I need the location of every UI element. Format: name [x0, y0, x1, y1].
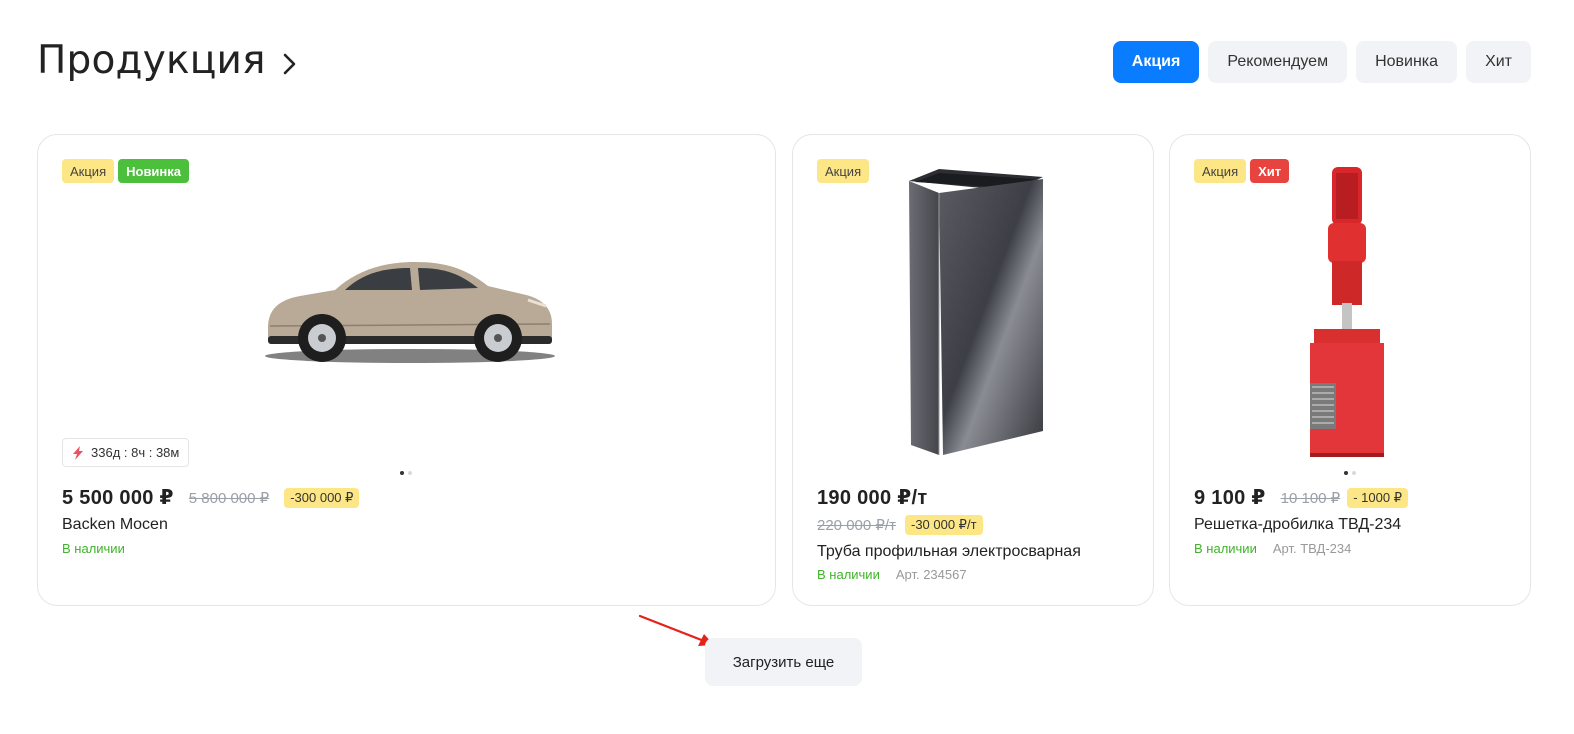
price: 190 000 ₽/т — [817, 487, 928, 509]
hit-badge: Хит — [1250, 159, 1290, 183]
product-meta: В наличии Арт. 234567 — [817, 567, 967, 582]
section-heading[interactable]: Продукция — [37, 38, 298, 83]
product-name[interactable]: Труба профильная электросварная — [817, 543, 1081, 561]
sale-badge: Акция — [62, 159, 115, 183]
product-meta: В наличии — [62, 541, 125, 556]
old-price: 220 000 ₽/т — [817, 517, 896, 534]
price: 9 100 ₽ — [1194, 487, 1266, 509]
tab-new[interactable]: Новинка — [1356, 41, 1458, 83]
timer-text: 336д : 8ч : 38м — [91, 445, 180, 460]
profile-pipe-image[interactable] — [907, 167, 1045, 459]
lightning-icon — [73, 445, 83, 460]
product-name[interactable]: Backen Mocen — [62, 516, 168, 534]
stock-status: В наличии — [817, 567, 880, 582]
pagination-dot[interactable] — [408, 471, 412, 475]
product-card[interactable]: Акция Новинка 336д : 8ч : 38м 5 500 000 … — [37, 134, 776, 606]
chevron-right-icon[interactable] — [282, 52, 298, 76]
pagination-dot[interactable] — [1352, 471, 1356, 475]
old-price: 5 800 000 ₽ — [188, 489, 270, 507]
product-card[interactable]: Акция 190 000 ₽/т 220 000 ₽/т -30 000 ₽/… — [792, 134, 1154, 606]
badge-group: Акция Хит — [1194, 159, 1290, 183]
product-name[interactable]: Решетка-дробилка ТВД-234 — [1194, 516, 1401, 534]
crusher-grate-image[interactable] — [1308, 165, 1384, 461]
image-pagination[interactable] — [400, 471, 412, 475]
product-meta: В наличии Арт. ТВД-234 — [1194, 541, 1351, 556]
price-row: 5 500 000 ₽ 5 800 000 ₽ -300 000 ₽ — [62, 485, 360, 510]
filter-tabs: Акция Рекомендуем Новинка Хит — [1112, 41, 1531, 83]
price: 5 500 000 ₽ — [62, 487, 174, 509]
discount-badge: - 1000 ₽ — [1347, 487, 1408, 508]
load-more-button[interactable]: Загрузить еще — [705, 638, 862, 686]
stock-status: В наличии — [62, 541, 125, 556]
tab-hit[interactable]: Хит — [1466, 41, 1531, 83]
sale-badge: Акция — [817, 159, 870, 183]
stock-status: В наличии — [1194, 541, 1257, 556]
article-number: Арт. 234567 — [895, 567, 967, 582]
badge-group: Акция Новинка — [62, 159, 190, 183]
article-number: Арт. ТВД-234 — [1272, 541, 1352, 556]
discount-badge: -30 000 ₽/т — [904, 515, 983, 535]
pagination-dot-active[interactable] — [1344, 471, 1348, 475]
discount-badge: -300 000 ₽ — [284, 487, 360, 508]
image-pagination[interactable] — [1344, 471, 1356, 475]
countdown-timer: 336д : 8ч : 38м — [62, 438, 190, 467]
sale-badge: Акция — [1194, 159, 1247, 183]
new-badge: Новинка — [118, 159, 190, 183]
product-card[interactable]: Акция Хит 9 100 ₽ 10 100 ₽ - 1000 ₽ Реше… — [1169, 134, 1531, 606]
badge-group: Акция — [817, 159, 870, 183]
old-price-row: 220 000 ₽/т -30 000 ₽/т — [817, 515, 983, 535]
tab-sale[interactable]: Акция — [1112, 41, 1200, 83]
car-image[interactable] — [260, 250, 560, 370]
tab-recommended[interactable]: Рекомендуем — [1208, 41, 1348, 83]
pagination-dot-active[interactable] — [400, 471, 404, 475]
old-price: 10 100 ₽ — [1280, 489, 1341, 507]
price-row: 9 100 ₽ 10 100 ₽ - 1000 ₽ — [1194, 485, 1408, 510]
page-title: Продукция — [37, 38, 266, 83]
price-row: 190 000 ₽/т — [817, 485, 927, 510]
